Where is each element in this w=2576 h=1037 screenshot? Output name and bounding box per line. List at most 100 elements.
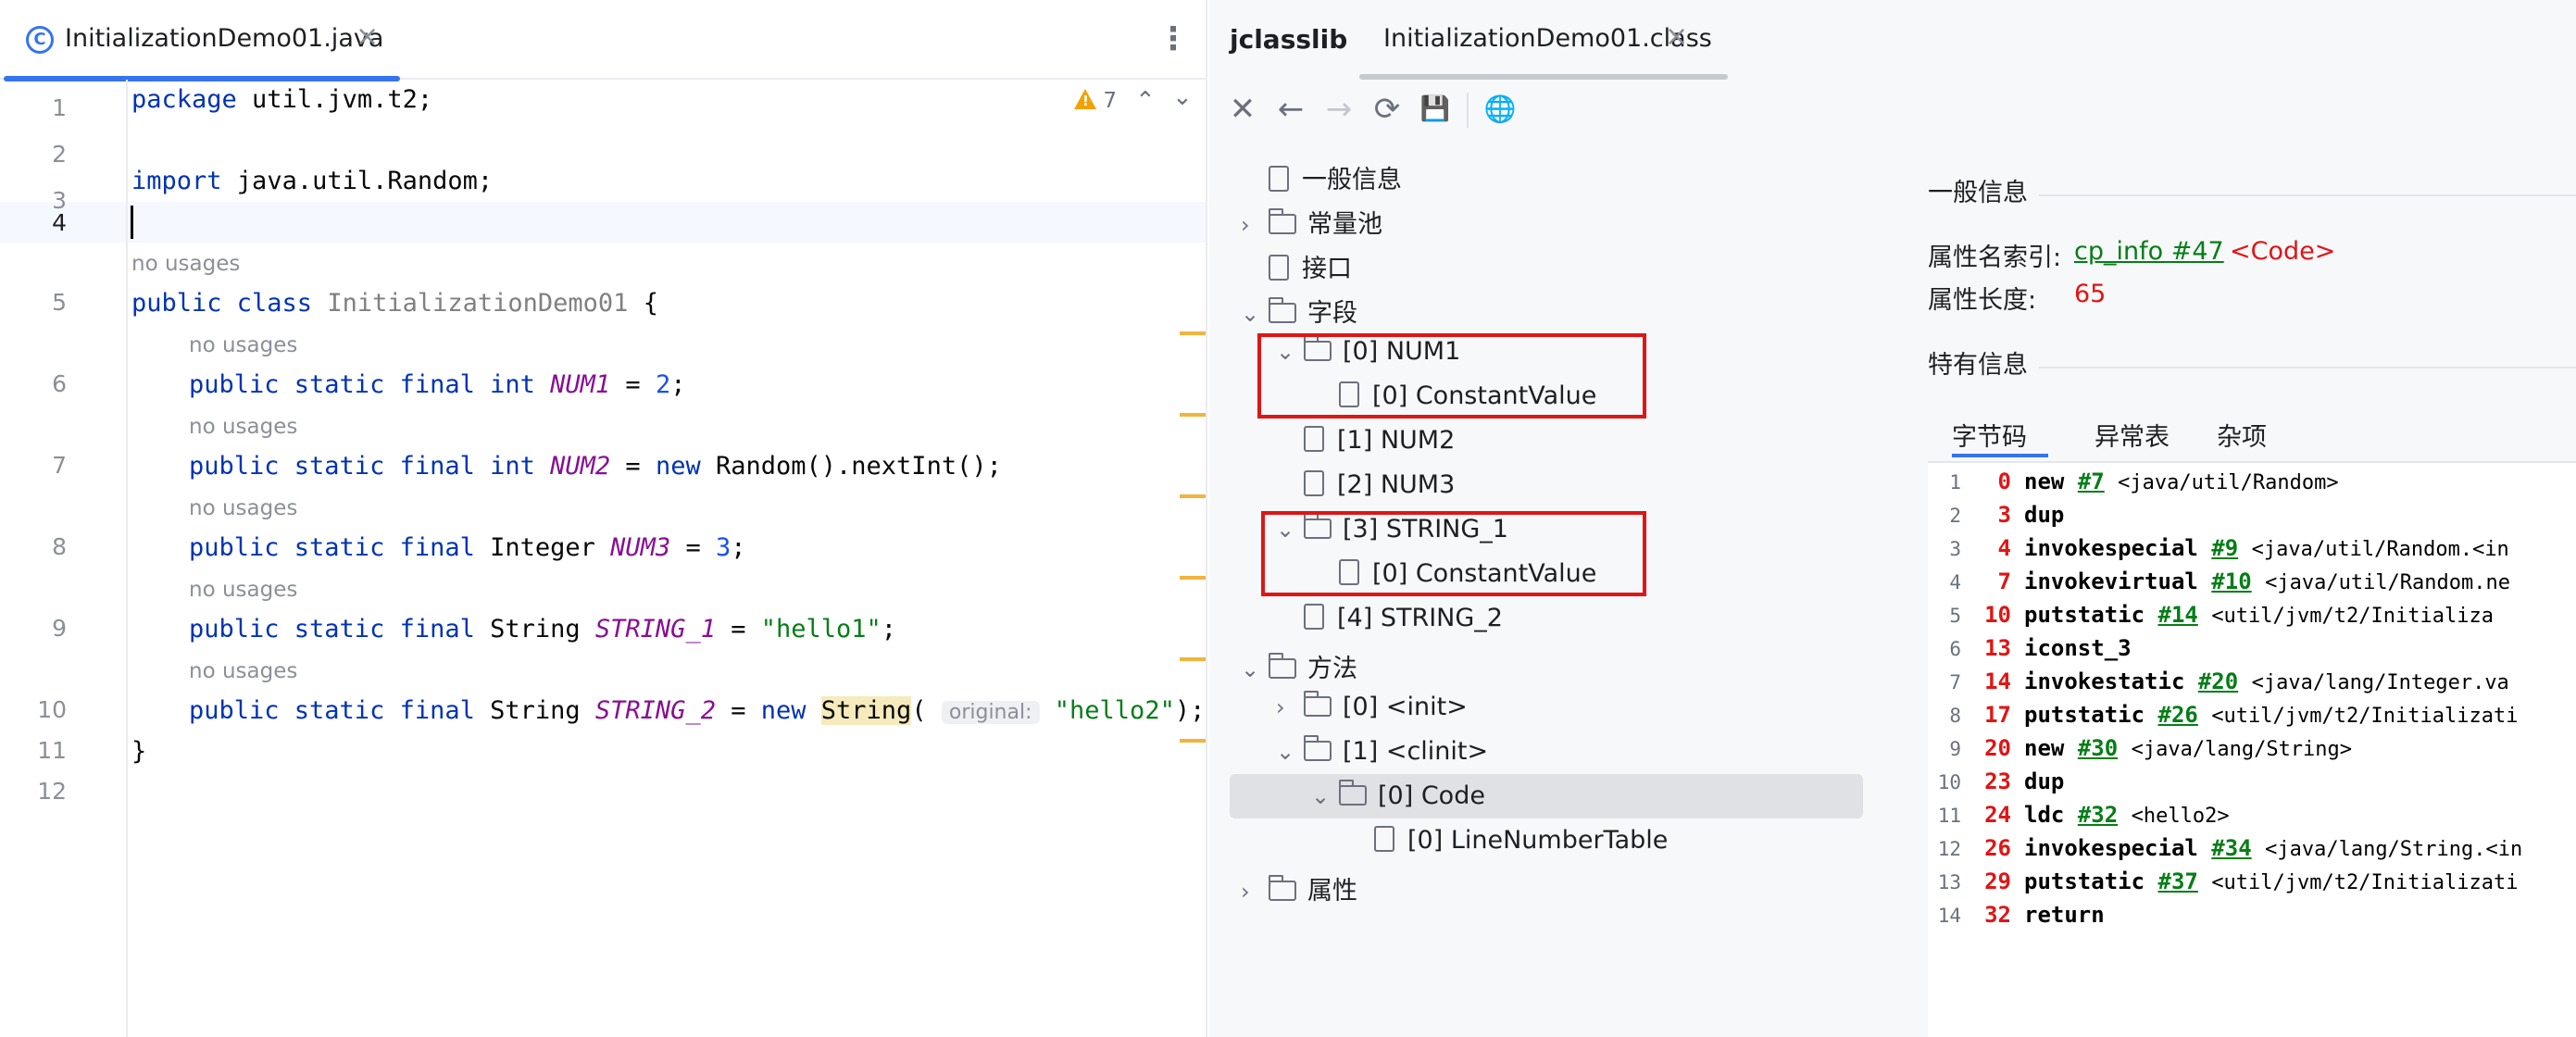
change-marker[interactable] xyxy=(1180,413,1206,417)
tree-node-fields[interactable]: ⌄ 字段 xyxy=(1241,293,1357,335)
line-number: 9 xyxy=(52,615,67,642)
code-line-8[interactable]: public static final Integer NUM3 = 3; xyxy=(189,533,746,562)
change-marker[interactable] xyxy=(1180,657,1206,661)
usage-hint[interactable]: no usages xyxy=(189,659,297,683)
parameter-hint: original: xyxy=(941,701,1040,724)
change-marker[interactable] xyxy=(1180,494,1206,498)
usage-hint[interactable]: no usages xyxy=(189,415,297,439)
bytecode-opcode: invokestatic xyxy=(2024,668,2185,694)
constant-pool-link[interactable]: #30 xyxy=(2078,735,2118,761)
chevron-down-icon: ⌄ xyxy=(1276,739,1295,765)
change-marker[interactable] xyxy=(1180,576,1206,580)
bytecode-opcode: dup xyxy=(2024,768,2065,794)
tree-node-constant-pool[interactable]: › 常量池 xyxy=(1241,204,1382,246)
next-highlight-icon[interactable]: ⌄ xyxy=(1172,83,1193,111)
bytecode-line-number: 2 xyxy=(1949,505,1961,527)
editor-tab-java-file[interactable]: C InitializationDemo01.java × xyxy=(0,0,402,81)
tab-misc[interactable]: 杂项 xyxy=(2217,417,2267,453)
tree-node-interfaces[interactable]: 接口 xyxy=(1241,248,1352,291)
forward-arrow-icon[interactable]: → xyxy=(1315,85,1363,133)
code-line-7[interactable]: public static final int NUM2 = new Rando… xyxy=(189,452,1002,481)
tab-bytecode[interactable]: 字节码 xyxy=(1952,417,2027,453)
bytecode-row[interactable]: 5 10 putstatic #14 <util/jvm/t2/Initializa xyxy=(1928,602,2494,635)
constant-pool-link[interactable]: #7 xyxy=(2078,469,2105,494)
code-line-3[interactable]: import java.util.Random; xyxy=(131,167,493,195)
save-icon[interactable]: 💾 xyxy=(1411,85,1459,133)
constant-pool-link[interactable]: #20 xyxy=(2198,668,2238,694)
bytecode-row[interactable]: 3 4 invokespecial #9 <java/util/Random.<in xyxy=(1928,535,2509,568)
bytecode-opcode: return xyxy=(2024,902,2105,928)
close-tab-icon[interactable]: × xyxy=(1665,20,1688,53)
constant-pool-link[interactable]: #10 xyxy=(2211,568,2251,594)
bytecode-offset: 26 xyxy=(1984,835,2011,861)
constant-pool-link[interactable]: #32 xyxy=(2078,802,2118,828)
change-marker[interactable] xyxy=(1180,739,1206,743)
line-number: 12 xyxy=(37,778,67,805)
chevron-right-icon: › xyxy=(1241,212,1250,238)
constant-pool-link[interactable]: #37 xyxy=(2158,868,2198,894)
bytecode-row[interactable]: 11 24 ldc #32 <hello2> xyxy=(1928,802,2230,835)
bytecode-row[interactable]: 10 23 dup xyxy=(1928,768,2065,802)
bytecode-row[interactable]: 6 13 iconst_3 xyxy=(1928,635,2131,668)
code-line-10[interactable]: public static final String STRING_2 = ne… xyxy=(189,696,1205,725)
bytecode-comment: <java/lang/String.<in xyxy=(2265,838,2523,861)
folder-icon xyxy=(1269,653,1296,679)
bytecode-row[interactable]: 9 20 new #30 <java/lang/String> xyxy=(1928,735,2352,768)
more-options-icon[interactable]: ⋮ xyxy=(1157,20,1189,57)
line-number: 10 xyxy=(37,696,67,723)
cp-info-link[interactable]: cp_info #47 xyxy=(2074,237,2224,266)
constant-pool-link[interactable]: #34 xyxy=(2211,835,2251,861)
bytecode-line-number: 13 xyxy=(1937,871,1961,893)
tree-node-methods[interactable]: ⌄ 方法 xyxy=(1241,648,1357,691)
web-browser-icon[interactable]: 🌐 xyxy=(1476,85,1524,133)
close-icon[interactable]: ✕ xyxy=(1219,85,1267,133)
usage-hint[interactable]: no usages xyxy=(131,252,240,276)
bytecode-row[interactable]: 12 26 invokespecial #34 <java/lang/String.… xyxy=(1928,835,2523,868)
bytecode-offset: 7 xyxy=(1997,568,2011,594)
code-line-9[interactable]: public static final String STRING_1 = "h… xyxy=(189,615,896,643)
bytecode-offset: 17 xyxy=(1984,702,2011,728)
constant-pool-link[interactable]: #26 xyxy=(2158,702,2198,728)
close-tab-icon[interactable]: × xyxy=(356,20,379,53)
tab-exception-table[interactable]: 异常表 xyxy=(2095,417,2170,453)
file-icon xyxy=(1304,604,1324,630)
bytecode-row[interactable]: 13 29 putstatic #37 <util/jvm/t2/Initializ… xyxy=(1928,868,2519,902)
tree-node-field-string2[interactable]: [4] STRING_2 xyxy=(1276,604,1503,646)
tree-node-line-number-table[interactable]: [0] LineNumberTable xyxy=(1346,826,1668,868)
usage-hint[interactable]: no usages xyxy=(189,578,297,602)
code-line-1[interactable]: package util.jvm.t2; xyxy=(131,85,432,114)
bytecode-row[interactable]: 14 32 return xyxy=(1928,902,2105,935)
editor-tab-label: InitializationDemo01.java xyxy=(65,24,384,53)
warnings-indicator[interactable]: ! 7 xyxy=(1074,89,1117,113)
bytecode-row[interactable]: 2 3 dup xyxy=(1928,502,2064,535)
bytecode-row[interactable]: 8 17 putstatic #26 <util/jvm/t2/Initializa… xyxy=(1928,702,2518,735)
bytecode-listing: 1 0 new #7 <java/util/Random> 2 3 dup 3 4 invoke… xyxy=(1928,461,2576,1037)
bytecode-row[interactable]: 1 0 new #7 <java/util/Random> xyxy=(1928,469,2338,502)
tree-node-method-init[interactable]: › [0] <init> xyxy=(1276,691,1468,735)
tree-node-code[interactable]: ⌄ [0] Code xyxy=(1311,780,1485,824)
tree-node-general-info[interactable]: 一般信息 xyxy=(1241,159,1402,202)
bytecode-row[interactable]: 7 14 invokestatic #20 <java/lang/Integer.v… xyxy=(1928,668,2508,702)
change-marker[interactable] xyxy=(1180,331,1206,335)
tree-node-field-num3[interactable]: [2] NUM3 xyxy=(1276,470,1455,513)
usage-hint[interactable]: no usages xyxy=(189,333,297,357)
usage-hint[interactable]: no usages xyxy=(189,496,297,520)
code-line-5[interactable]: public class InitializationDemo01 { xyxy=(131,289,658,318)
bytecode-comment: <java/util/Random.<in xyxy=(2251,538,2509,561)
refresh-icon[interactable]: ⟳ xyxy=(1363,85,1411,133)
tree-node-method-clinit[interactable]: ⌄ [1] <clinit> xyxy=(1276,735,1488,780)
previous-highlight-icon[interactable]: ⌃ xyxy=(1135,87,1156,115)
constant-pool-link[interactable]: #9 xyxy=(2211,535,2238,561)
bytecode-line-number: 12 xyxy=(1937,838,1961,860)
class-file-tab[interactable]: InitializationDemo01.class × xyxy=(1359,0,1728,80)
tree-node-field-num2[interactable]: [1] NUM2 xyxy=(1276,426,1455,469)
back-arrow-icon[interactable]: ← xyxy=(1267,85,1315,133)
folder-icon xyxy=(1304,691,1332,717)
code-line-6[interactable]: public static final int NUM1 = 2; xyxy=(189,370,685,399)
bytecode-offset: 29 xyxy=(1984,868,2011,894)
code-line-11[interactable]: } xyxy=(131,737,146,766)
bytecode-offset: 14 xyxy=(1984,668,2011,694)
constant-pool-link[interactable]: #14 xyxy=(2158,602,2198,628)
tree-node-attributes[interactable]: › 属性 xyxy=(1241,870,1357,913)
bytecode-row[interactable]: 4 7 invokevirtual #10 <java/util/Random.ne xyxy=(1928,568,2510,602)
